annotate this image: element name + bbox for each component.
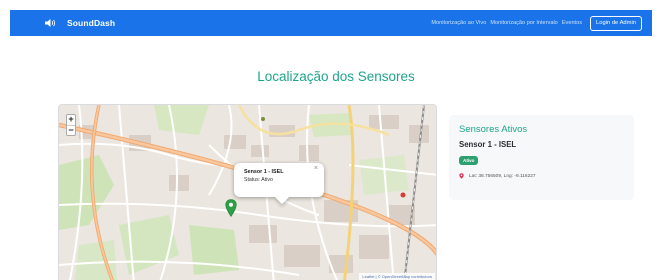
nav-link-live[interactable]: Monitorização ao Vivo <box>431 20 486 26</box>
location-pin-icon <box>459 173 464 179</box>
popup-title: Sensor 1 - ISEL <box>244 169 284 175</box>
nav-links: Monitorização ao Vivo Monitorização por … <box>431 20 582 26</box>
popup-status: Status: Ativo <box>244 177 273 183</box>
status-badge: Ativo <box>459 156 479 165</box>
nav-link-interval[interactable]: Monitorização por Intervalo <box>490 20 557 26</box>
sensor-coordinates: Lat: 38.756509, Lng: -9.116227 <box>459 173 624 179</box>
zoom-in-button[interactable]: + <box>67 115 75 125</box>
map-attribution[interactable]: Leaflet | © OpenStreetMap contributors <box>359 273 435 280</box>
active-sensors-title: Sensores Ativos <box>459 124 528 135</box>
coordinates-text: Lat: 38.756509, Lng: -9.116227 <box>469 173 536 179</box>
sensor-name[interactable]: Sensor 1 - ISEL <box>459 140 624 149</box>
sensor-popup: × Sensor 1 - ISEL Status: Ativo <box>234 163 324 205</box>
active-sensors-card: Sensores Ativos Sensor 1 - ISEL Ativo La… <box>449 115 634 200</box>
speaker-icon <box>45 19 56 27</box>
nav-link-events[interactable]: Eventos <box>562 20 582 26</box>
navbar: SoundDash Monitorização ao Vivo Monitori… <box>10 10 652 36</box>
zoom-out-button[interactable]: − <box>67 125 75 135</box>
page-title: Localização dos Sensores <box>257 69 415 84</box>
brand-name: SoundDash <box>67 18 116 28</box>
admin-login-button[interactable]: Login de Admin <box>590 15 642 31</box>
brand[interactable]: SoundDash <box>20 18 115 28</box>
zoom-control: + − <box>66 114 76 136</box>
map-marker-icon[interactable] <box>225 199 237 217</box>
sensor-map[interactable]: + − × Sensor 1 - ISEL Status: Ativo Leaf… <box>58 104 437 280</box>
